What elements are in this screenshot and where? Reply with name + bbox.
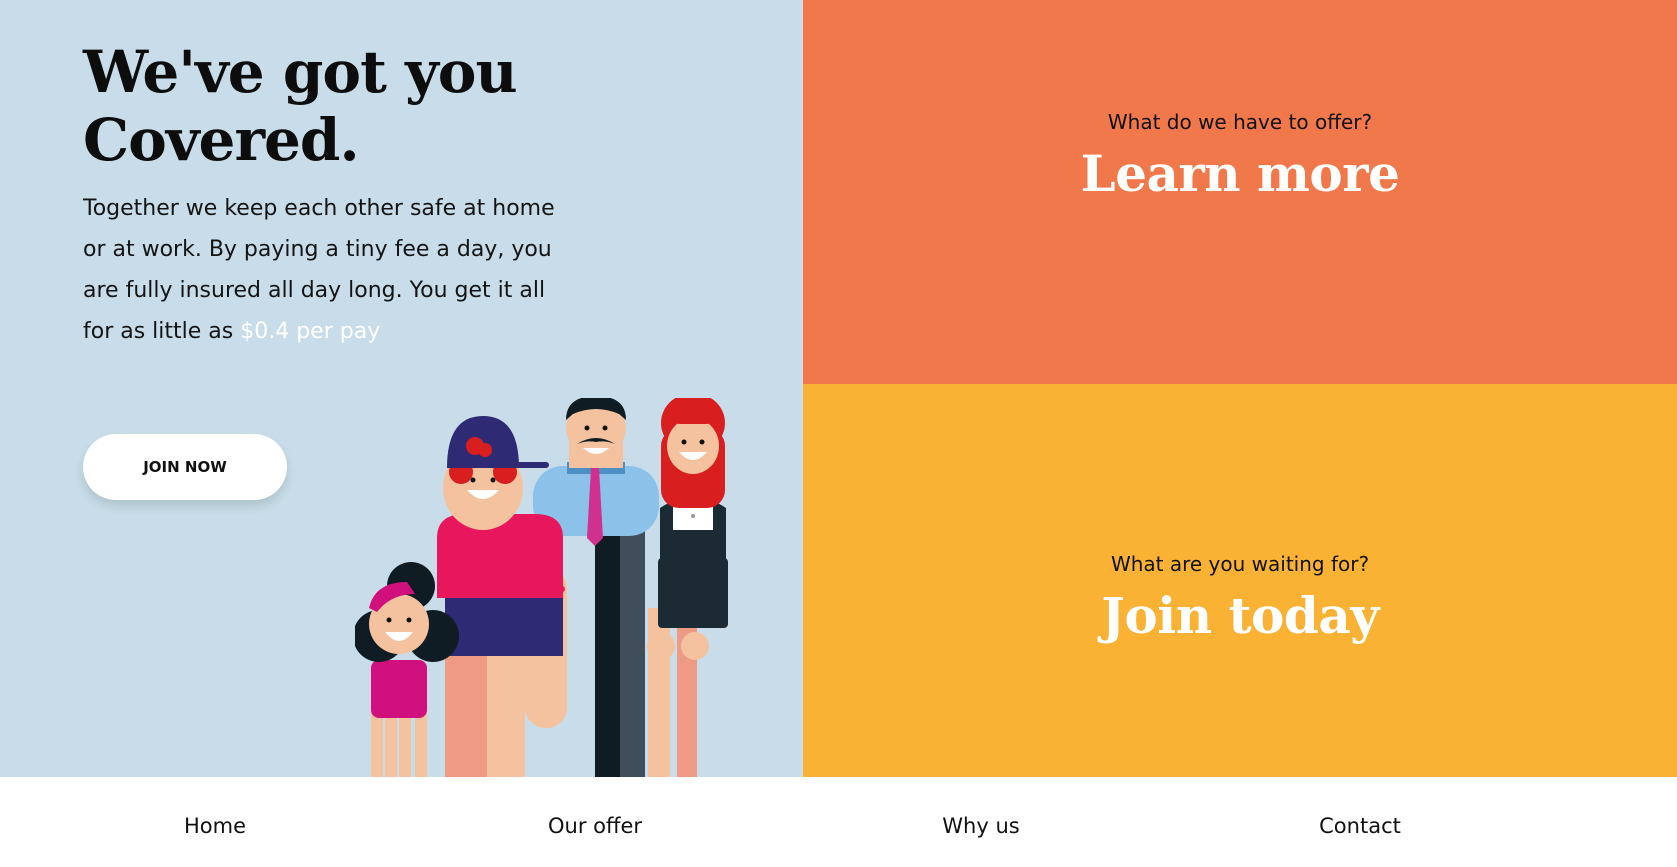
hero-description: Together we keep each other safe at home…	[83, 188, 563, 352]
join-today-link[interactable]: Join today	[1101, 586, 1379, 645]
woman-figure	[647, 398, 728, 777]
offer-kicker: What do we have to offer?	[1107, 110, 1373, 134]
offer-panel: What do we have to offer? Learn more	[803, 0, 1677, 384]
hero-section: We've got you Covered. Together we keep …	[0, 0, 803, 777]
join-now-button[interactable]: JOIN NOW	[83, 434, 287, 500]
join-panel: What are you waiting for? Join today	[803, 384, 1677, 777]
nav-contact[interactable]: Contact	[1319, 814, 1401, 838]
hero-title-line1: We've got you	[83, 38, 518, 106]
family-illustration-icon	[355, 398, 728, 777]
hero-title: We've got you Covered.	[83, 38, 683, 174]
nav-why-us[interactable]: Why us	[942, 814, 1019, 838]
join-kicker: What are you waiting for?	[1110, 552, 1370, 576]
hero-title-line2: Covered.	[83, 106, 360, 174]
nav-home[interactable]: Home	[184, 814, 246, 838]
learn-more-link[interactable]: Learn more	[1081, 144, 1400, 203]
nav-our-offer[interactable]: Our offer	[548, 814, 642, 838]
price-highlight: $0.4 per pay	[240, 319, 381, 344]
teen-figure	[437, 416, 567, 777]
footer-nav: Home Our offer Why us Contact	[0, 777, 1677, 867]
